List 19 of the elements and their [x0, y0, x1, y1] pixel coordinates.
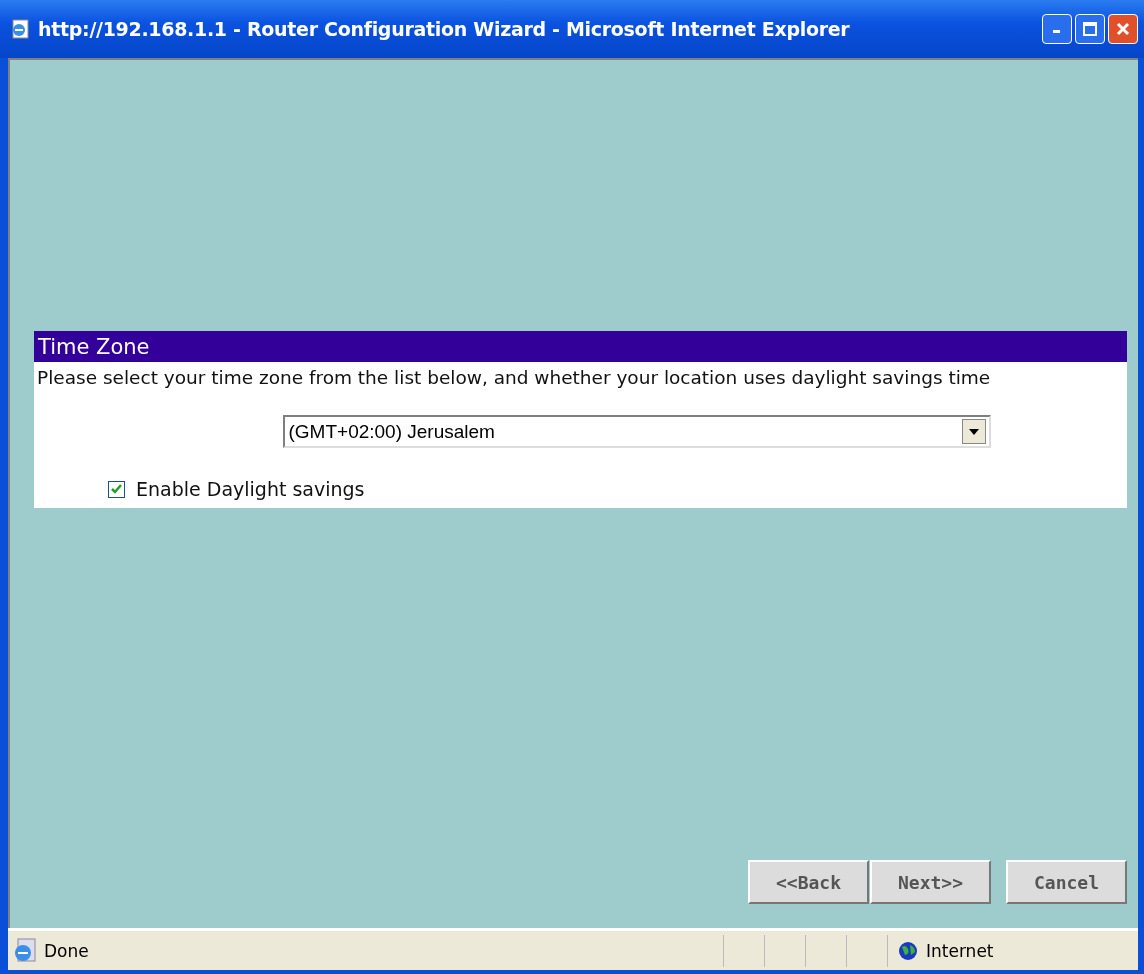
browser-icon — [10, 19, 30, 39]
section-header: Time Zone — [34, 331, 1127, 362]
instructions-text: Please select your time zone from the list below, and whether your location uses daylight savings time — [36, 366, 992, 389]
status-text: Done — [44, 940, 89, 961]
maximize-icon — [1082, 21, 1098, 37]
page-icon — [12, 937, 38, 964]
cancel-button[interactable]: Cancel — [1006, 860, 1127, 904]
zone-text: Internet — [926, 940, 994, 961]
time-zone-dropdown[interactable]: (GMT+02:00) Jerusalem — [282, 415, 991, 448]
next-button[interactable]: Next>> — [870, 860, 991, 904]
back-button[interactable]: <<Back — [748, 860, 869, 904]
close-button[interactable] — [1108, 14, 1138, 44]
checkbox-label: Enable Daylight savings — [136, 478, 365, 500]
globe-icon — [898, 940, 918, 961]
close-icon — [1115, 21, 1131, 37]
daylight-savings-checkbox[interactable] — [108, 480, 125, 498]
window-title: http://192.168.1.1 - Router Configuration Wizard - Microsoft Internet Explorer — [38, 18, 851, 40]
minimize-button[interactable] — [1042, 14, 1072, 44]
maximize-button[interactable] — [1075, 14, 1105, 44]
